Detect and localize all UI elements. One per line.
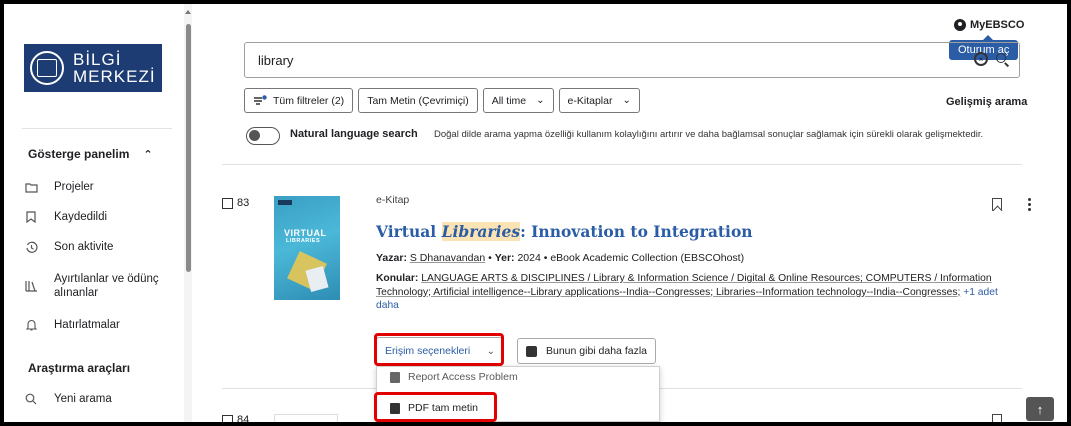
sidebar-item-label: Projeler — [54, 181, 94, 193]
publication-year: 2024 — [517, 252, 541, 264]
result-number: 83 — [237, 197, 250, 209]
clear-search-icon[interactable]: × — [974, 52, 988, 66]
sidebar-item-label: Yeni arama — [54, 393, 112, 405]
time-filter-dropdown[interactable]: All time ⌄ — [482, 88, 554, 113]
result-type: e-Kitap — [376, 194, 410, 206]
university-seal-icon — [30, 51, 64, 85]
result-title-link[interactable]: Virtual Libraries: Innovation to Integra… — [376, 222, 753, 241]
highlight-box-access-options — [374, 333, 504, 366]
save-bookmark-icon[interactable] — [992, 198, 1002, 211]
result-metadata: Yazar: S Dhanavandan • Yer: 2024 • eBook… — [376, 252, 745, 264]
collection-name: eBook Academic Collection (EBSCOhost) — [550, 252, 745, 264]
title-suffix: : Innovation to Integration — [520, 222, 753, 241]
sidebar-item-label: Hatırlatmalar — [54, 319, 120, 331]
result-number: 84 — [237, 414, 250, 422]
scroll-up-arrow-icon[interactable] — [184, 8, 192, 16]
chevron-down-icon: ⌄ — [622, 95, 631, 106]
sidebar-item-label-line1: Ayırtılanlar ve ödünç — [54, 273, 159, 285]
sidebar-item-saved[interactable]: Kaydedildi — [24, 210, 107, 224]
highlight-box-pdf — [374, 392, 497, 422]
bell-icon — [24, 318, 38, 332]
title-highlight: Libraries — [441, 222, 521, 241]
result-select-checkbox[interactable]: 84 — [222, 414, 249, 422]
author-link[interactable]: S Dhanavandan — [410, 252, 485, 264]
advanced-search-link[interactable]: Gelişmiş arama — [946, 96, 1027, 108]
filter-bar: Tüm filtreler (2) Tam Metin (Çevrimiçi) … — [244, 88, 640, 113]
checkbox-icon — [222, 414, 233, 422]
sidebar-item-label-line2: alınanlar — [54, 287, 99, 299]
time-filter-label: All time — [491, 94, 527, 107]
folder-icon — [24, 180, 38, 194]
scroll-to-top-button[interactable]: ↑ — [1026, 397, 1054, 421]
myebsco-label: MyEBSCO — [970, 19, 1025, 31]
search-icon — [24, 392, 38, 406]
main-content: MyEBSCO Oturum aç library × Tüm filtrele… — [194, 4, 1067, 422]
bilgi-merkezi-logo[interactable]: BİLGİ MERKEZİ — [24, 44, 162, 92]
logo-line1: BİLGİ — [73, 50, 122, 69]
sidebar: BİLGİ MERKEZİ Gösterge panelim ⌃ Projele… — [4, 4, 186, 422]
sidebar-item-holds-loans[interactable]: Ayırtılanlar ve ödünç alınanlar — [24, 272, 159, 300]
search-input[interactable]: library × — [244, 42, 1020, 78]
result-subjects: Konular: LANGUAGE ARTS & DISCIPLINES / L… — [376, 273, 998, 311]
research-tools-heading: Araştırma araçları — [28, 361, 130, 375]
sidebar-item-reminders[interactable]: Hatırlatmalar — [24, 318, 120, 332]
natural-language-toggle[interactable] — [246, 127, 280, 145]
filter-icon — [254, 94, 267, 105]
search-divider — [222, 164, 1022, 165]
cover-title-line2: LIBRARIES — [286, 238, 321, 244]
report-access-label: Report Access Problem — [408, 371, 518, 383]
search-input-value: library — [258, 52, 294, 68]
sidebar-item-label: Son aktivite — [54, 241, 114, 253]
natural-language-description: Doğal dilde arama yapma özelliği kullanı… — [434, 129, 984, 140]
dashboard-toggle[interactable]: Gösterge panelim ⌃ — [28, 147, 153, 161]
research-tools-label: Araştırma araçları — [28, 361, 131, 375]
myebsco-button[interactable]: MyEBSCO — [954, 19, 1024, 31]
result-select-checkbox[interactable]: 83 — [222, 197, 249, 209]
bookmark-icon — [24, 210, 38, 224]
sidebar-scroll-thumb[interactable] — [186, 24, 191, 272]
report-icon — [390, 371, 400, 383]
more-like-this-label: Bunun gibi daha fazla — [546, 345, 647, 357]
report-access-problem-item[interactable]: Report Access Problem — [390, 371, 518, 383]
sidebar-divider — [22, 128, 172, 129]
search-submit-icon[interactable] — [996, 52, 1009, 66]
book-cover-image[interactable] — [274, 414, 338, 422]
account-icon — [954, 19, 966, 31]
chevron-up-icon: ⌃ — [143, 148, 153, 161]
sidebar-item-recent-activity[interactable]: Son aktivite — [24, 240, 113, 254]
subject-links[interactable]: LANGUAGE ARTS & DISCIPLINES / Library & … — [376, 273, 992, 298]
all-filters-label: Tüm filtreler (2) — [273, 94, 345, 107]
save-bookmark-icon[interactable] — [992, 414, 1002, 422]
type-filter-dropdown[interactable]: e-Kitaplar ⌄ — [558, 88, 640, 113]
sidebar-item-label: Kaydedildi — [54, 211, 108, 223]
sidebar-item-projects[interactable]: Projeler — [24, 180, 94, 194]
dashboard-label: Gösterge panelim — [28, 147, 130, 161]
books-icon — [24, 279, 38, 293]
cover-title-line1: VIRTUAL — [284, 228, 327, 238]
similar-icon — [526, 345, 537, 357]
checkbox-icon — [222, 197, 233, 209]
book-cover-image[interactable]: VIRTUAL LIBRARIES — [274, 196, 340, 300]
all-filters-button[interactable]: Tüm filtreler (2) — [244, 88, 354, 113]
full-text-label: Tam Metin (Çevrimiçi) — [367, 94, 469, 107]
natural-language-label: Natural language search — [290, 128, 418, 140]
title-prefix: Virtual — [376, 222, 442, 241]
more-options-icon[interactable] — [1028, 198, 1031, 211]
type-filter-label: e-Kitaplar — [567, 94, 613, 107]
history-icon — [24, 240, 38, 254]
full-text-filter[interactable]: Tam Metin (Çevrimiçi) — [358, 88, 478, 113]
more-like-this-button[interactable]: Bunun gibi daha fazla — [517, 338, 656, 364]
logo-line2: MERKEZİ — [73, 67, 156, 86]
sidebar-item-new-search[interactable]: Yeni arama — [24, 392, 112, 406]
app-frame: BİLGİ MERKEZİ Gösterge panelim ⌃ Projele… — [4, 4, 1067, 422]
chevron-down-icon: ⌄ — [536, 95, 545, 106]
